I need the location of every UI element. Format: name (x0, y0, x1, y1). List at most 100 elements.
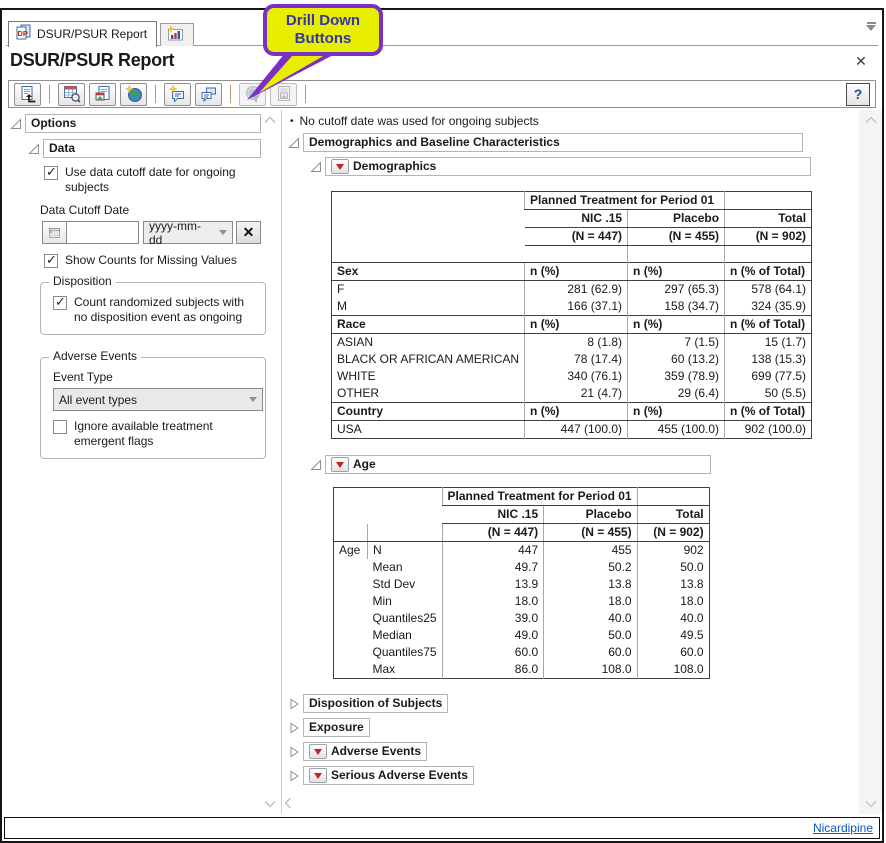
scroll-down-icon[interactable] (864, 800, 878, 808)
section-disposition-of-subjects: Disposition of Subjects (288, 694, 855, 713)
demographics-title: Demographics (353, 159, 436, 174)
serious-adverse-events-drilldown-button[interactable] (309, 768, 327, 783)
tab-strip: DP DSUR/PSUR Report (2, 10, 882, 46)
open-report-button[interactable] (14, 83, 41, 106)
show-missing-checkbox-row: Show Counts for Missing Values (44, 253, 261, 268)
adverse-events-drilldown-button[interactable] (309, 744, 327, 759)
age-drilldown-button[interactable] (331, 457, 349, 472)
scroll-up-icon[interactable] (864, 116, 878, 124)
cutoff-note: No cutoff date was used for ongoing subj… (290, 114, 855, 128)
tab-list-dropdown-icon[interactable] (866, 22, 876, 31)
disposition-group: Disposition Count randomized subjects wi… (40, 282, 266, 335)
event-type-label: Event Type (53, 370, 259, 384)
open-report-icon (19, 85, 37, 103)
options-title: Options (25, 114, 261, 133)
data-title: Data (43, 139, 261, 158)
demographics-header: Demographics (310, 157, 855, 176)
options-disclosure-icon[interactable] (10, 118, 22, 130)
data-table-search-button[interactable] (58, 83, 85, 106)
section-serious-adverse-events: Serious Adverse Events (288, 766, 855, 785)
event-type-dropdown[interactable]: All event types (53, 388, 263, 411)
left-scroll-up-icon[interactable] (263, 116, 277, 124)
tab-dsur-psur-report[interactable]: DP DSUR/PSUR Report (8, 21, 157, 47)
section-exposure: Exposure (288, 718, 855, 737)
left-scroll-down-icon[interactable] (263, 800, 277, 808)
cutoff-date-input[interactable] (67, 221, 139, 244)
chevron-down-icon (219, 230, 227, 239)
options-panel: Options Data Use data cutoff date for on… (8, 110, 282, 814)
status-bar: Nicardipine (4, 817, 880, 839)
date-format-value: yyyy-mm-dd (149, 219, 213, 247)
collapsed-section-title: Serious Adverse Events (331, 768, 468, 783)
svg-text:DP: DP (18, 29, 28, 38)
comments-button[interactable] (195, 83, 222, 106)
adverse-events-group: Adverse Events Event Type All event type… (40, 357, 266, 459)
cutoff-date-label: Data Cutoff Date (40, 203, 261, 217)
demographics-title-box: Demographics (325, 157, 811, 176)
globe-new-icon (125, 85, 143, 103)
clear-date-button[interactable] (236, 221, 261, 244)
page-title: DSUR/PSUR Report (10, 50, 874, 71)
count-randomized-checkbox[interactable] (53, 296, 67, 310)
collapsed-section-title: Adverse Events (331, 744, 421, 759)
demographics-disclosure-icon[interactable] (310, 161, 322, 173)
chevron-down-icon (249, 397, 257, 406)
callout-tail (235, 53, 365, 105)
collapsed-sections: Disposition of Subjects Exposure Adverse… (288, 694, 855, 785)
tab-label: DSUR/PSUR Report (37, 27, 147, 41)
tab-graph-builder[interactable] (160, 23, 194, 46)
ignore-flags-checkbox[interactable] (53, 420, 67, 434)
data-table-search-icon (63, 85, 81, 103)
count-randomized-checkbox-row: Count randomized subjects with no dispos… (53, 295, 259, 325)
collapsed-disclosure-icon[interactable] (288, 746, 300, 758)
new-note-button[interactable] (164, 83, 191, 106)
toolbar-separator (49, 85, 50, 103)
section-disclosure-icon[interactable] (288, 137, 300, 149)
show-missing-checkbox[interactable] (44, 254, 58, 268)
close-icon[interactable] (852, 52, 870, 70)
collapsed-section-title-box: Serious Adverse Events (303, 766, 474, 785)
options-header: Options (10, 114, 261, 133)
collapsed-disclosure-icon[interactable] (288, 722, 300, 734)
use-cutoff-checkbox-row: Use data cutoff date for ongoing subject… (44, 165, 261, 195)
calendar-button[interactable] (42, 221, 67, 244)
ignore-flags-label: Ignore available treatment emergent flag… (74, 419, 242, 449)
report-image-icon (94, 85, 112, 103)
help-button[interactable]: ? (846, 83, 870, 106)
age-title-box: Age (325, 455, 711, 474)
ignore-flags-checkbox-row: Ignore available treatment emergent flag… (53, 419, 259, 449)
use-cutoff-checkbox[interactable] (44, 166, 58, 180)
comments-icon (200, 85, 218, 103)
globe-new-button[interactable] (120, 83, 147, 106)
age-header: Age (310, 455, 855, 474)
demographics-table: Planned Treatment for Period 01 NIC .15P… (331, 191, 812, 439)
collapsed-section-title: Exposure (303, 718, 370, 737)
chart-tab-icon (167, 26, 184, 44)
vertical-scrollbar[interactable] (859, 110, 882, 814)
demographics-baseline-header: Demographics and Baseline Characteristic… (288, 133, 855, 152)
event-type-value: All event types (59, 393, 137, 407)
collapsed-disclosure-icon[interactable] (288, 770, 300, 782)
toolbar-separator (230, 85, 231, 103)
section-title: Demographics and Baseline Characteristic… (303, 133, 803, 152)
data-header: Data (28, 139, 261, 158)
main-area: Options Data Use data cutoff date for on… (8, 110, 882, 814)
horizontal-scroll-left-icon[interactable] (284, 796, 292, 810)
demographics-drilldown-button[interactable] (331, 159, 349, 174)
data-disclosure-icon[interactable] (28, 143, 40, 155)
age-table: Planned Treatment for Period 01 NIC .15P… (333, 487, 710, 679)
nicardipine-link[interactable]: Nicardipine (813, 821, 873, 835)
age-disclosure-icon[interactable] (310, 459, 322, 471)
collapsed-section-title-box: Adverse Events (303, 742, 427, 761)
callout-text: Drill Down Buttons (272, 12, 374, 47)
collapsed-disclosure-icon[interactable] (288, 698, 300, 710)
new-note-icon (169, 85, 187, 103)
drill-down-callout: Drill Down Buttons (263, 4, 383, 56)
date-format-dropdown[interactable]: yyyy-mm-dd (143, 221, 233, 244)
count-randomized-label: Count randomized subjects with no dispos… (74, 295, 259, 325)
report-image-button[interactable] (89, 83, 116, 106)
section-adverse-events: Adverse Events (288, 742, 855, 761)
report-panel: No cutoff date was used for ongoing subj… (282, 110, 859, 814)
dp-report-tab-icon: DP (15, 24, 32, 43)
calendar-icon (49, 226, 60, 240)
